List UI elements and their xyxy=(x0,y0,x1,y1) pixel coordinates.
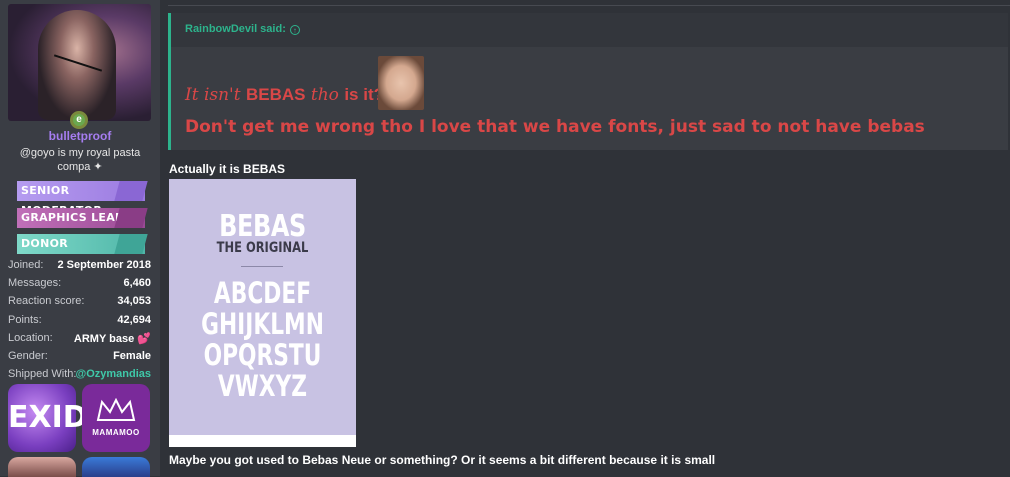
stat-messages: Messages: 6,460 xyxy=(8,275,151,293)
quote-author-label: RainbowDevil said: xyxy=(185,23,286,35)
font-card-footer xyxy=(169,435,356,447)
quote-block: RainbowDevil said: ↑ It isn't BEBAS tho i… xyxy=(168,13,1008,150)
banner-graphics-lead: GRAPHICS LEAD xyxy=(17,208,148,228)
alphabet-row: GHIJKLMN xyxy=(201,307,324,341)
font-card-subtitle: THE ORIGINAL xyxy=(216,240,309,256)
post-body: RainbowDevil said: ↑ It isn't BEBAS tho i… xyxy=(160,0,1010,476)
user-title: @goyo is my royal pasta compa ✦ xyxy=(19,147,141,173)
avatar-figure xyxy=(38,10,116,120)
alphabet-row: ABCDEF xyxy=(213,276,312,310)
badge-partial[interactable] xyxy=(8,457,76,477)
stat-joined: Joined: 2 September 2018 xyxy=(8,257,151,275)
username-link[interactable]: bulletproof xyxy=(0,129,160,143)
post-text: Actually it is BEBAS xyxy=(169,162,286,176)
divider xyxy=(168,5,1010,6)
banner-label: GRAPHICS LEAD xyxy=(21,211,125,224)
stat-label: Joined: xyxy=(8,259,44,271)
stat-gender: Gender: Female xyxy=(8,348,151,366)
font-card-alphabet: ABCDEF GHIJKLMN OPQRSTU VWXYZ xyxy=(192,278,332,402)
stat-label: Shipped With: xyxy=(8,368,77,381)
font-card-divider xyxy=(241,266,283,267)
banner-flag-icon xyxy=(114,181,148,201)
banner-senior-moderator: SENIOR MODERATOR xyxy=(17,181,148,217)
user-avatar[interactable] xyxy=(8,4,151,121)
stat-value: Female xyxy=(113,349,151,362)
stat-value-link[interactable]: @Ozymandias xyxy=(75,368,151,380)
stat-label: Reaction score: xyxy=(8,295,85,308)
banner-donor: DONOR xyxy=(17,234,148,254)
quote-header: RainbowDevil said: ↑ xyxy=(171,13,1008,47)
user-stats: Joined: 2 September 2018 Messages: 6,460… xyxy=(8,257,151,384)
online-status-icon: e xyxy=(70,111,88,129)
badge-partial[interactable] xyxy=(82,457,150,477)
badge-exid-label: EXID xyxy=(8,400,88,435)
stat-value[interactable]: 42,694 xyxy=(117,314,151,326)
stat-value: 2 September 2018 xyxy=(57,259,151,271)
quote-author[interactable]: RainbowDevil said: ↑ xyxy=(185,23,300,35)
stat-label: Gender: xyxy=(8,349,48,362)
stat-label: Messages: xyxy=(8,277,62,290)
stat-value[interactable]: 6,460 xyxy=(123,277,151,289)
banner-flag-icon xyxy=(114,208,148,228)
quote-text-line2: Don't get me wrong tho I love that we ha… xyxy=(185,117,925,137)
badge-mamamoo[interactable]: MAMAMOO xyxy=(82,384,150,452)
stat-location: Location: ARMY base 💕 xyxy=(8,330,151,348)
quote-text-bold: BEBAS xyxy=(245,85,306,104)
quote-image-face[interactable] xyxy=(378,56,424,110)
stat-label: Location: xyxy=(8,331,53,344)
badge-mamamoo-label: MAMAMOO xyxy=(92,428,140,437)
crown-icon xyxy=(96,398,136,421)
alphabet-row: OPQRSTU xyxy=(203,338,322,372)
jump-to-quote-icon[interactable]: ↑ xyxy=(289,25,300,35)
post-text: Maybe you got used to Bebas Neue or some… xyxy=(169,453,716,467)
badge-exid[interactable]: EXID xyxy=(8,384,88,452)
quote-text-script: tho xyxy=(305,85,345,105)
banner-flag-icon xyxy=(114,234,148,254)
quote-text-line1: It isn't BEBAS tho is it? xyxy=(185,85,384,111)
stat-value: 34,053 xyxy=(117,295,151,308)
stat-points: Points: 42,694 xyxy=(8,312,151,330)
font-card-title: BEBAS xyxy=(219,209,306,244)
bebas-font-image[interactable]: BEBAS THE ORIGINAL ABCDEF GHIJKLMN OPQRS… xyxy=(169,179,356,447)
stat-value[interactable]: ARMY base 💕 xyxy=(74,332,151,345)
banner-label: DONOR xyxy=(21,237,69,250)
alphabet-row: VWXYZ xyxy=(217,369,308,403)
stat-shipped-with: Shipped With: @Ozymandias xyxy=(8,366,151,384)
stat-label: Points: xyxy=(8,313,42,326)
quote-text-script: It isn't xyxy=(185,85,246,105)
stat-reaction-score: Reaction score: 34,053 xyxy=(8,293,151,311)
user-sidebar: e bulletproof @goyo is my royal pasta co… xyxy=(0,0,160,477)
